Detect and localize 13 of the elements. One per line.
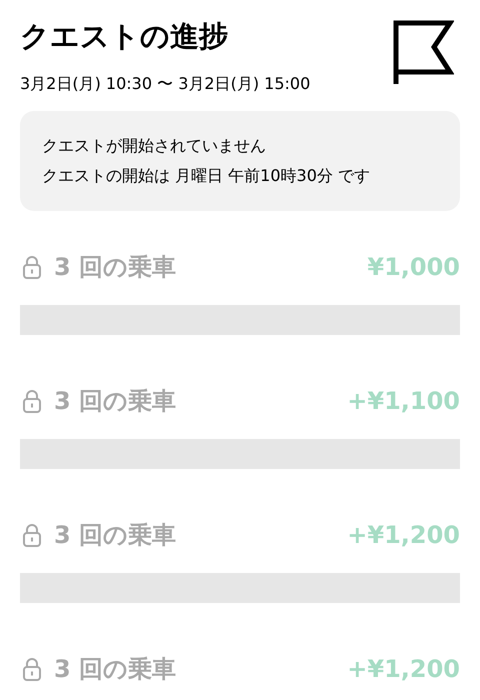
notice-heading: クエストが開始されていません xyxy=(42,135,267,157)
step-label: 3 回の乗車 xyxy=(54,654,176,685)
reward-amount: ¥1,000 xyxy=(367,253,460,281)
page-title: クエストの進捗 xyxy=(20,18,229,55)
reward-amount: +¥1,100 xyxy=(347,387,460,415)
step-label: 3 回の乗車 xyxy=(54,520,176,551)
notice-detail: クエストの開始は 月曜日 午前10時30分 です xyxy=(42,165,371,187)
reward-amount: +¥1,200 xyxy=(347,655,460,683)
step-label: 3 回の乗車 xyxy=(54,386,176,417)
step-label: 3 回の乗車 xyxy=(54,252,176,283)
quest-period: 3月2日(月) 10:30 〜 3月2日(月) 15:00 xyxy=(20,73,310,95)
reward-amount: +¥1,200 xyxy=(347,521,460,549)
flag-icon xyxy=(392,20,454,84)
